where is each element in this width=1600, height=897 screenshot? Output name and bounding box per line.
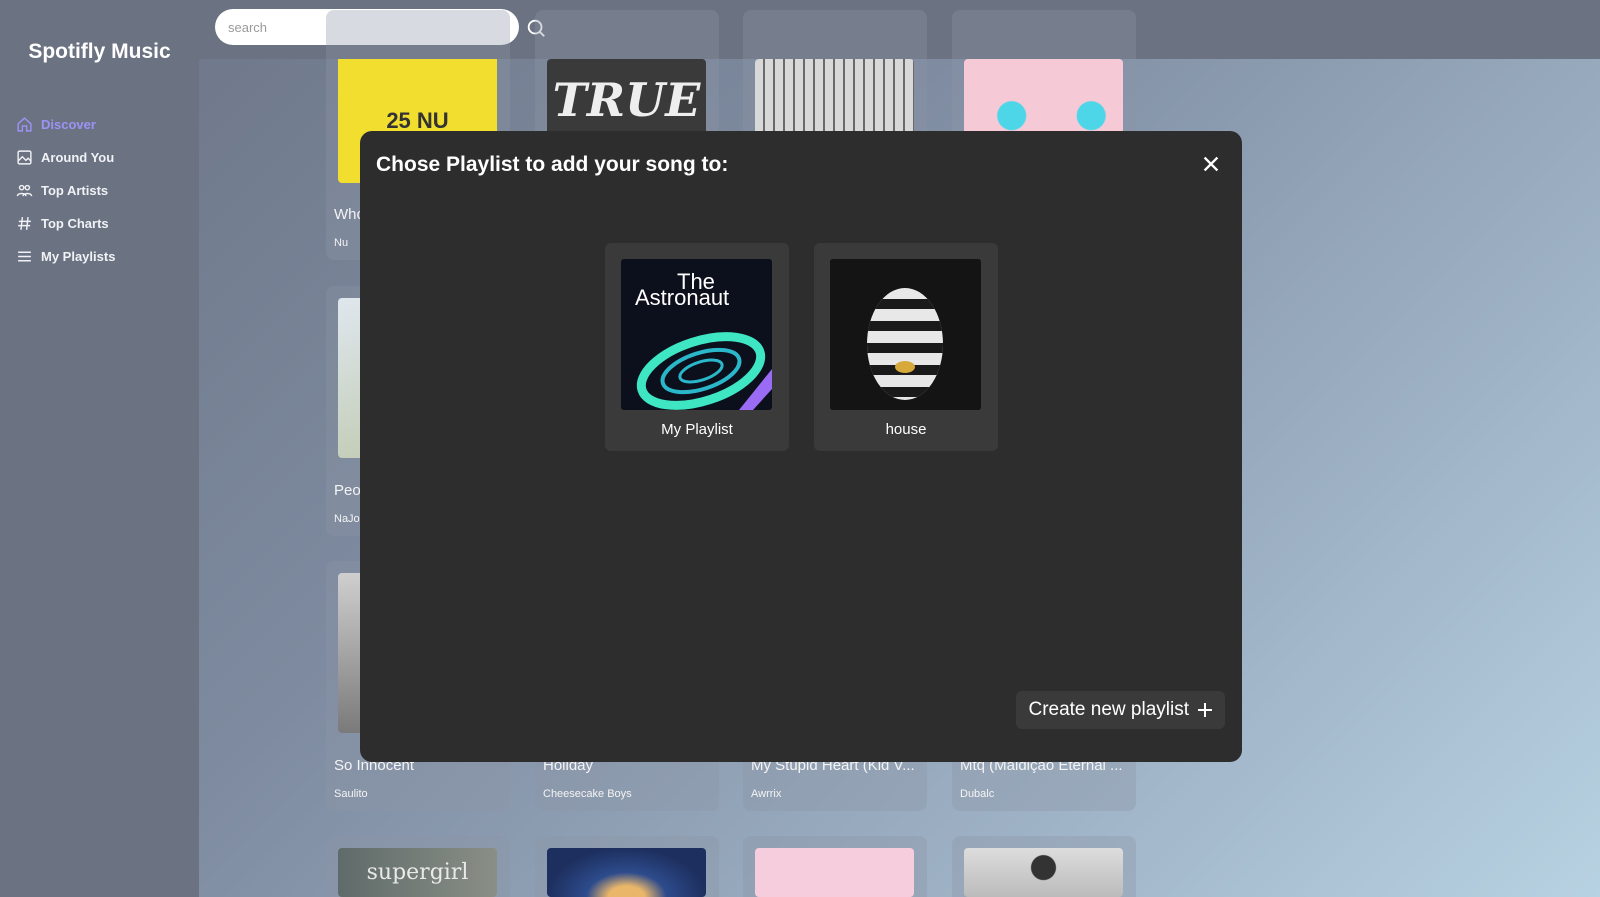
create-playlist-label: Create new playlist [1028, 699, 1189, 720]
home-icon [17, 117, 32, 132]
close-icon[interactable] [1200, 153, 1222, 175]
playlist-card-house[interactable]: house [814, 243, 998, 451]
sidebar-item-discover[interactable]: Discover [16, 108, 115, 141]
song-cover [964, 848, 1123, 897]
sidebar-item-around-you[interactable]: Around You [16, 141, 115, 174]
song-artist: Dubalc [960, 788, 995, 800]
hash-icon [18, 217, 31, 230]
playlist-name: house [885, 421, 927, 438]
song-card[interactable]: supergirl [326, 836, 510, 897]
sidebar-nav: Discover Around You Top Artists Top Char… [16, 108, 115, 273]
sidebar-item-label: Top Artists [41, 183, 109, 198]
playlist-cover: The Astronaut [621, 259, 772, 410]
sidebar-item-label: Top Charts [41, 216, 109, 231]
song-cover [755, 59, 914, 140]
choose-playlist-modal: Chose Playlist to add your song to: The … [360, 131, 1242, 762]
cover-text-astronaut: Astronaut [635, 285, 729, 310]
list-icon [18, 251, 31, 262]
modal-title: Chose Playlist to add your song to: [376, 153, 729, 176]
song-card[interactable] [952, 10, 1136, 140]
create-new-playlist-button[interactable]: Create new playlist [1016, 691, 1225, 729]
plus-icon [1198, 703, 1212, 717]
song-artist: Saulito [334, 788, 368, 800]
sidebar-item-top-charts[interactable]: Top Charts [16, 207, 115, 240]
sidebar-item-my-playlists[interactable]: My Playlists [16, 240, 115, 273]
song-cover [547, 848, 706, 897]
song-cover: supergirl [338, 848, 497, 897]
song-card[interactable] [743, 836, 927, 897]
sidebar-item-top-artists[interactable]: Top Artists [16, 174, 115, 207]
song-card[interactable]: TRUE [535, 10, 719, 140]
song-artist: NaJo [334, 513, 360, 525]
image-icon [17, 150, 32, 165]
sidebar-item-label: Discover [41, 117, 96, 132]
sidebar-item-label: Around You [41, 150, 115, 165]
song-cover: TRUE [547, 59, 706, 140]
playlist-name: My Playlist [661, 421, 733, 438]
sidebar-item-label: My Playlists [41, 249, 116, 264]
song-artist: Awrrix [751, 788, 782, 800]
song-cover [964, 59, 1123, 140]
app-logo: Spotifly Music [28, 40, 171, 63]
song-artist: Cheesecake Boys [543, 788, 632, 800]
song-cover [755, 848, 914, 897]
users-icon [16, 184, 33, 197]
playlist-cover [830, 259, 981, 410]
song-card[interactable] [743, 10, 927, 140]
song-card[interactable] [535, 836, 719, 897]
song-card[interactable] [952, 836, 1136, 897]
sidebar: Spotifly Music Discover Around You Top A… [0, 0, 199, 897]
song-artist: Nu [334, 237, 349, 249]
playlist-card-my-playlist[interactable]: The Astronaut My Playlist [605, 243, 789, 451]
